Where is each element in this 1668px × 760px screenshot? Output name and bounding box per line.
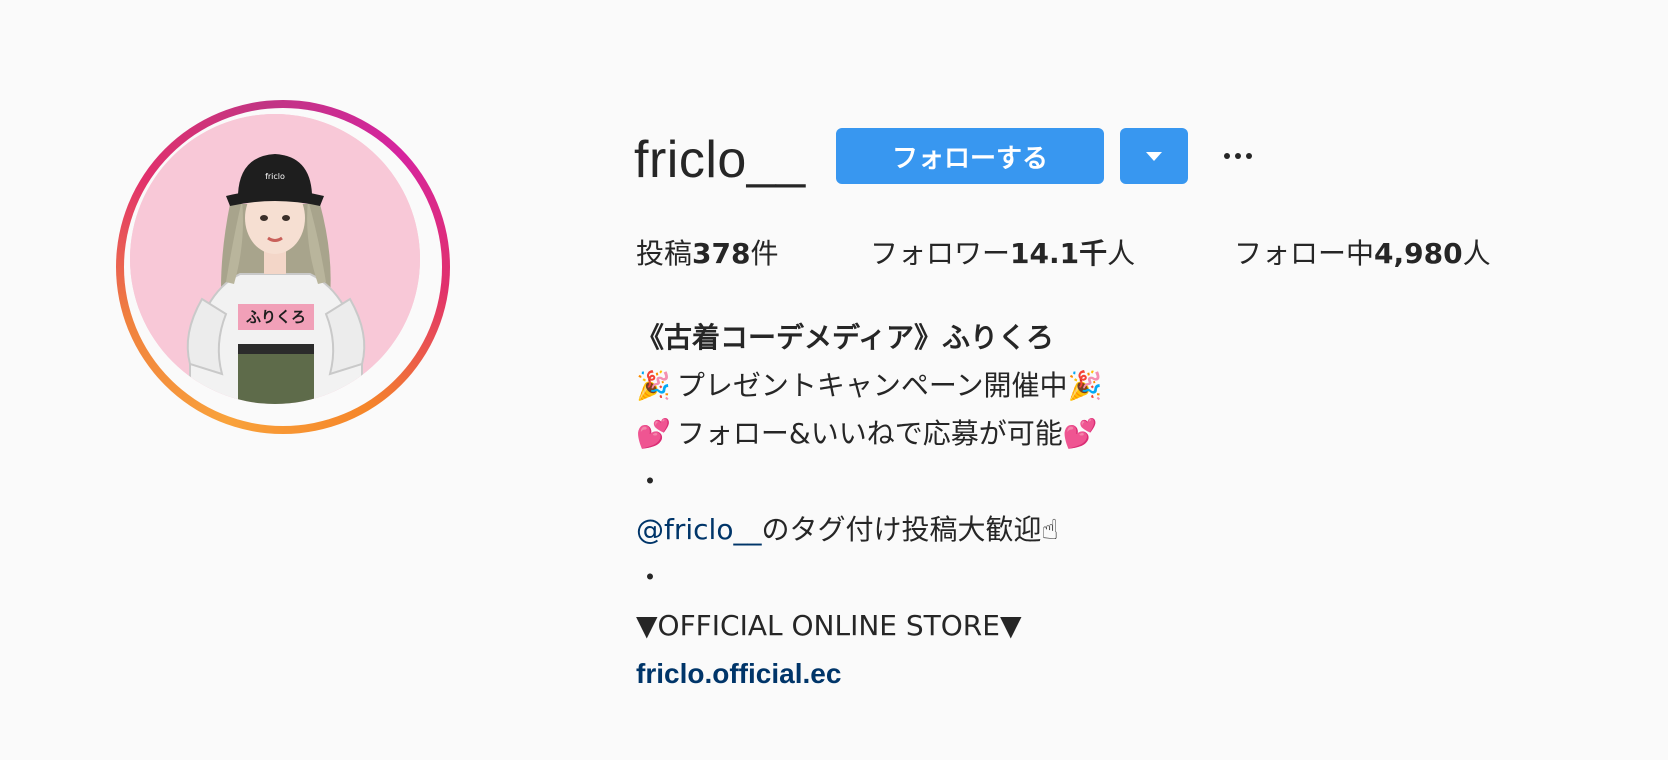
bio-dot: ・ (636, 465, 665, 498)
following-link[interactable]: フォロー中4,980人 (1234, 232, 1491, 276)
bio-website: friclo.official.ec (636, 650, 1536, 698)
bio-follow-text: フォロー&いいねで応募が可能 (676, 417, 1063, 450)
avatar-illustration (130, 114, 420, 404)
bio-campaign-text: プレゼントキャンペーン開催中 (676, 369, 1068, 402)
mention-link[interactable]: @friclo__ (636, 513, 761, 546)
more-dot-icon (1224, 153, 1230, 159)
two-hearts-icon: 💕 (636, 417, 671, 450)
chevron-down-icon (1146, 151, 1162, 161)
posts-number: 378 (692, 237, 751, 270)
bio-dot: ・ (636, 561, 665, 594)
website-link[interactable]: friclo.official.ec (636, 658, 841, 689)
posts-suffix: 件 (750, 237, 779, 270)
username: friclo__ (634, 131, 806, 189)
followers-suffix: 人 (1107, 237, 1136, 270)
followers-number: 14.1千 (1010, 237, 1108, 270)
avatar-hat-text: friclo (265, 172, 285, 181)
bio-tag-text: のタグ付け投稿大歓迎 (761, 513, 1042, 546)
bio-line-tag: @friclo__のタグ付け投稿大歓迎☝ (636, 506, 1536, 554)
bio-line-follow: 💕 フォロー&いいねで応募が可能💕 (636, 410, 1536, 458)
profile-bio: 《古着コーデメディア》ふりくろ 🎉 プレゼントキャンペーン開催中🎉 💕 フォロー… (636, 314, 1536, 698)
more-options-button[interactable] (1218, 136, 1258, 176)
avatar[interactable]: ふりくろ friclo (130, 114, 420, 404)
suggested-accounts-button[interactable] (1120, 128, 1188, 184)
following-suffix: 人 (1462, 237, 1491, 270)
bio-line-campaign: 🎉 プレゼントキャンペーン開催中🎉 (636, 362, 1536, 410)
party-popper-icon: 🎉 (1067, 369, 1103, 402)
following-number: 4,980 (1374, 237, 1463, 270)
more-dot-icon (1235, 153, 1241, 159)
story-ring[interactable]: ふりくろ friclo (116, 100, 450, 434)
follow-button[interactable]: フォローする (836, 128, 1104, 184)
followers-link[interactable]: フォロワー14.1千人 (870, 232, 1135, 276)
profile-page: ふりくろ friclo friclo__ フォローする 投稿378件 フォロワー… (0, 0, 1668, 760)
pointing-up-icon: ☝ (1041, 513, 1059, 546)
posts-prefix: 投稿 (636, 237, 693, 270)
followers-prefix: フォロワー (870, 237, 1011, 270)
two-hearts-icon: 💕 (1062, 417, 1098, 450)
following-prefix: フォロー中 (1234, 237, 1375, 270)
more-dot-icon (1246, 153, 1252, 159)
avatar-shirt-text: ふりくろ (245, 308, 306, 326)
posts-count: 投稿378件 (636, 232, 778, 276)
bio-store-label: ▼OFFICIAL ONLINE STORE▼ (636, 609, 1022, 642)
full-name: 《古着コーデメディア》ふりくろ (636, 321, 1055, 354)
party-popper-icon: 🎉 (636, 369, 671, 402)
